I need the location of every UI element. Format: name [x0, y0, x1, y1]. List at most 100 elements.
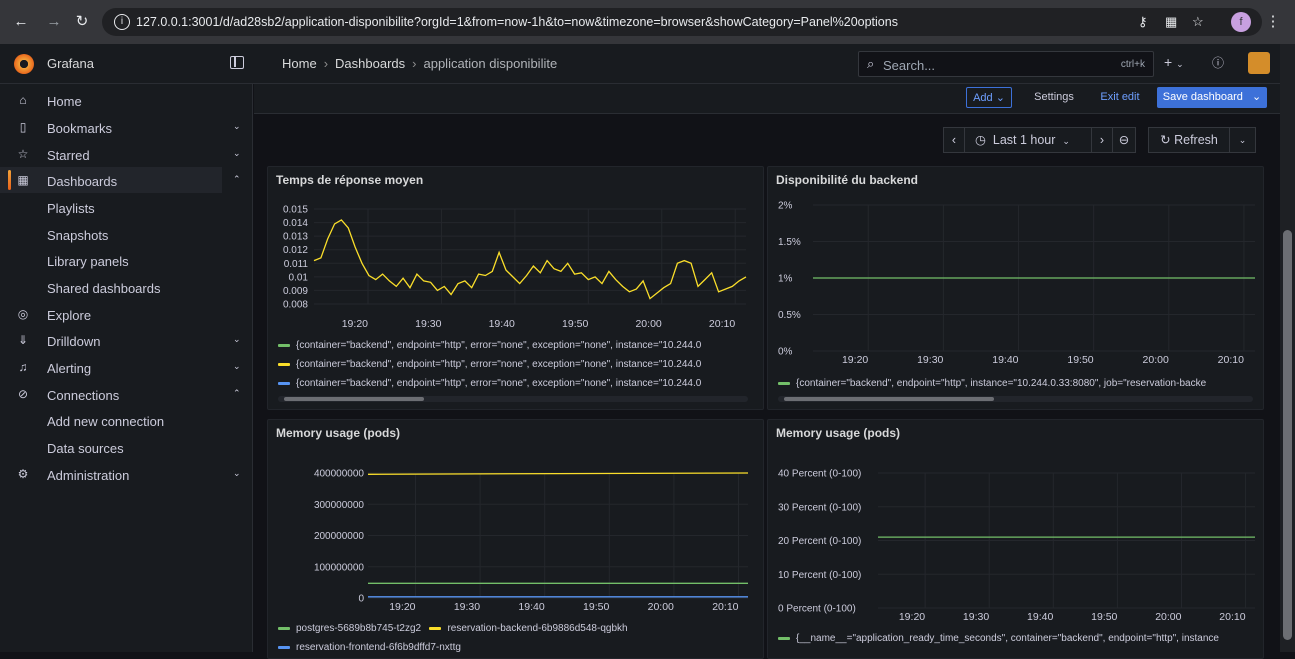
- legend-scrollbar[interactable]: [778, 396, 1253, 402]
- sidebar-item-label: Drilldown: [47, 334, 101, 349]
- sidebar-item-library-panels[interactable]: Library panels: [0, 247, 252, 273]
- zoom-out-icon[interactable]: ⊖: [1112, 127, 1136, 153]
- x-tick-label: 19:40: [489, 318, 515, 330]
- time-range-picker[interactable]: ◷ Last 1 hour ⌄: [964, 127, 1092, 153]
- legend-swatch: [778, 381, 790, 385]
- dashboard-main: Add ⌄ Settings Exit edit Save dashboard …: [254, 84, 1280, 659]
- panel-backend-availability[interactable]: Disponibilité du backend 2% 1.5% 1% 0.5% 0% 1…: [767, 166, 1264, 410]
- x-tick-label: 19:40: [1027, 611, 1053, 623]
- sidebar-item-label: Dashboards: [47, 174, 118, 189]
- breadcrumb-dashboards[interactable]: Dashboards: [335, 56, 405, 71]
- legend-item[interactable]: postgres-5689b8b745-t2zg2: [278, 623, 421, 634]
- availability-chart: 2% 1.5% 1% 0.5% 0% 19:20 19:30 19:40 19:50 20:00 2…: [778, 201, 1255, 366]
- panel-memory-usage-pods[interactable]: Memory usage (pods) 400000000 300000000 20…: [267, 419, 764, 659]
- legend-label: {container="backend", endpoint="http", e…: [296, 359, 702, 370]
- translate-icon[interactable]: ▦: [1165, 14, 1177, 30]
- plus-icon[interactable]: + ⌄: [1164, 54, 1184, 70]
- profile-avatar[interactable]: f: [1231, 12, 1251, 32]
- y-tick-label: 20 Percent (0-100): [778, 536, 861, 547]
- legend-item[interactable]: reservation-backend-6b9886d548-qgbkh: [429, 623, 628, 634]
- sidebar-item-drilldown[interactable]: ⇓ Drilldown ⌄: [0, 327, 252, 353]
- chevron-down-icon[interactable]: ⌄: [233, 361, 241, 372]
- search-icon: ⌕: [867, 56, 875, 71]
- address-bar[interactable]: i 127.0.0.1:3001/d/ad28sb2/application-d…: [102, 8, 1262, 36]
- reload-icon[interactable]: ↻: [72, 12, 92, 32]
- sidebar-item-add-new-connection[interactable]: Add new connection: [0, 407, 252, 433]
- chevron-up-icon[interactable]: ⌃: [233, 388, 241, 399]
- sidebar-item-label: Library panels: [47, 254, 129, 269]
- forward-arrow-icon[interactable]: →: [44, 12, 64, 32]
- sidebar-item-administration[interactable]: ⚙ Administration ⌄: [0, 461, 252, 487]
- legend-item[interactable]: {container="backend", endpoint="http", i…: [778, 378, 1260, 389]
- add-button[interactable]: Add ⌄: [966, 87, 1012, 108]
- browser-menu-icon[interactable]: ⋮: [1263, 12, 1283, 32]
- save-button-label: Save dashboard: [1162, 91, 1243, 103]
- sidebar-item-label: Connections: [47, 388, 120, 403]
- panel-memory-usage-percent[interactable]: Memory usage (pods) 40 Percent (0-100) 30…: [767, 419, 1264, 659]
- password-key-icon[interactable]: ⚷: [1138, 14, 1148, 30]
- sidebar-item-alerting[interactable]: ♫ Alerting ⌄: [0, 354, 252, 380]
- settings-button[interactable]: Settings: [1032, 87, 1076, 108]
- chevron-down-icon: ⌄: [1251, 91, 1262, 103]
- compass-icon: ◎: [17, 307, 29, 321]
- sidebar-item-snapshots[interactable]: Snapshots: [0, 221, 252, 247]
- legend-item[interactable]: {container="backend", endpoint="http", e…: [278, 378, 748, 389]
- dock-menu-icon[interactable]: [230, 56, 244, 69]
- panel-response-time[interactable]: Temps de réponse moyen 0.015 0.014 0.013 0.…: [267, 166, 764, 410]
- page-scrollbar-thumb[interactable]: [1283, 230, 1292, 640]
- help-icon[interactable]: ⓘ: [1212, 54, 1224, 71]
- legend-item[interactable]: {container="backend", endpoint="http", e…: [278, 340, 748, 351]
- page-scrollbar[interactable]: [1280, 44, 1295, 652]
- sidebar-item-shared-dashboards[interactable]: Shared dashboards: [0, 274, 252, 300]
- site-info-icon[interactable]: i: [114, 14, 130, 30]
- save-dashboard-button[interactable]: Save dashboard ⌄: [1157, 87, 1267, 108]
- legend-item[interactable]: {container="backend", endpoint="http", e…: [278, 359, 748, 370]
- time-back-button[interactable]: ‹: [943, 127, 965, 153]
- grafana-logo-icon[interactable]: [14, 54, 34, 74]
- x-tick-label: 19:30: [963, 611, 989, 623]
- time-range-label: Last 1 hour: [992, 133, 1056, 147]
- browser-toolbar: ← → ↻ i 127.0.0.1:3001/d/ad28sb2/applica…: [0, 0, 1295, 44]
- chevron-up-icon[interactable]: ⌃: [233, 174, 241, 185]
- time-forward-button[interactable]: ›: [1091, 127, 1113, 153]
- chevron-right-icon: ›: [323, 56, 329, 71]
- sidebar-item-home[interactable]: ⌂ Home: [0, 87, 252, 113]
- legend-item[interactable]: {__name__="application_ready_time_second…: [778, 633, 1258, 644]
- chevron-down-icon: ⌄: [995, 92, 1005, 104]
- legend-scrollbar[interactable]: [278, 396, 748, 402]
- chevron-down-icon[interactable]: ⌄: [233, 468, 241, 479]
- legend-swatch: [278, 362, 290, 366]
- sidebar-item-connections[interactable]: ⊘ Connections ⌃: [0, 381, 252, 407]
- breadcrumb: Home › Dashboards › application disponibilit…: [282, 56, 557, 71]
- refresh-interval-dropdown[interactable]: ⌄: [1229, 127, 1256, 153]
- chevron-down-icon[interactable]: ⌄: [233, 334, 241, 345]
- sidebar-item-playlists[interactable]: Playlists: [0, 194, 252, 220]
- x-tick-label: 20:00: [648, 601, 674, 613]
- legend-row: postgres-5689b8b745-t2zg2 reservation-ba…: [278, 623, 758, 634]
- y-tick-label: 400000000: [314, 469, 364, 480]
- sidebar-item-dashboards[interactable]: ▦ Dashboards ⌃: [0, 167, 241, 193]
- sidebar-item-bookmarks[interactable]: ▯ Bookmarks ⌄: [0, 114, 252, 140]
- back-arrow-icon[interactable]: ←: [11, 12, 31, 32]
- sidebar-item-starred[interactable]: ☆ Starred ⌄: [0, 141, 252, 167]
- bookmark-star-icon[interactable]: ☆: [1192, 14, 1204, 30]
- y-tick-label: 2%: [778, 201, 793, 212]
- chevron-down-icon[interactable]: ⌄: [233, 121, 241, 132]
- y-tick-label: 0.015: [283, 205, 308, 216]
- clock-icon: ◷: [975, 133, 986, 147]
- sidebar-item-label: Snapshots: [47, 228, 109, 243]
- chevron-down-icon[interactable]: ⌄: [233, 148, 241, 159]
- user-avatar[interactable]: [1248, 52, 1270, 74]
- sidebar-item-data-sources[interactable]: Data sources: [0, 434, 252, 460]
- breadcrumb-home[interactable]: Home: [282, 56, 317, 71]
- search-input[interactable]: ⌕ Search... ctrl+k: [858, 51, 1154, 77]
- x-tick-label: 19:50: [1091, 611, 1117, 623]
- y-tick-label: 0.5%: [778, 310, 801, 321]
- url-text[interactable]: 127.0.0.1:3001/d/ad28sb2/application-dis…: [136, 15, 898, 29]
- sidebar-item-explore[interactable]: ◎ Explore: [0, 301, 252, 327]
- sidebar-item-label: Home: [47, 94, 82, 109]
- refresh-button[interactable]: ↻ Refresh: [1148, 127, 1230, 153]
- exit-edit-button[interactable]: Exit edit: [1099, 87, 1141, 108]
- drilldown-icon: ⇓: [17, 333, 29, 347]
- legend-item[interactable]: reservation-frontend-6f6b9dffd7-nxttg: [278, 642, 758, 653]
